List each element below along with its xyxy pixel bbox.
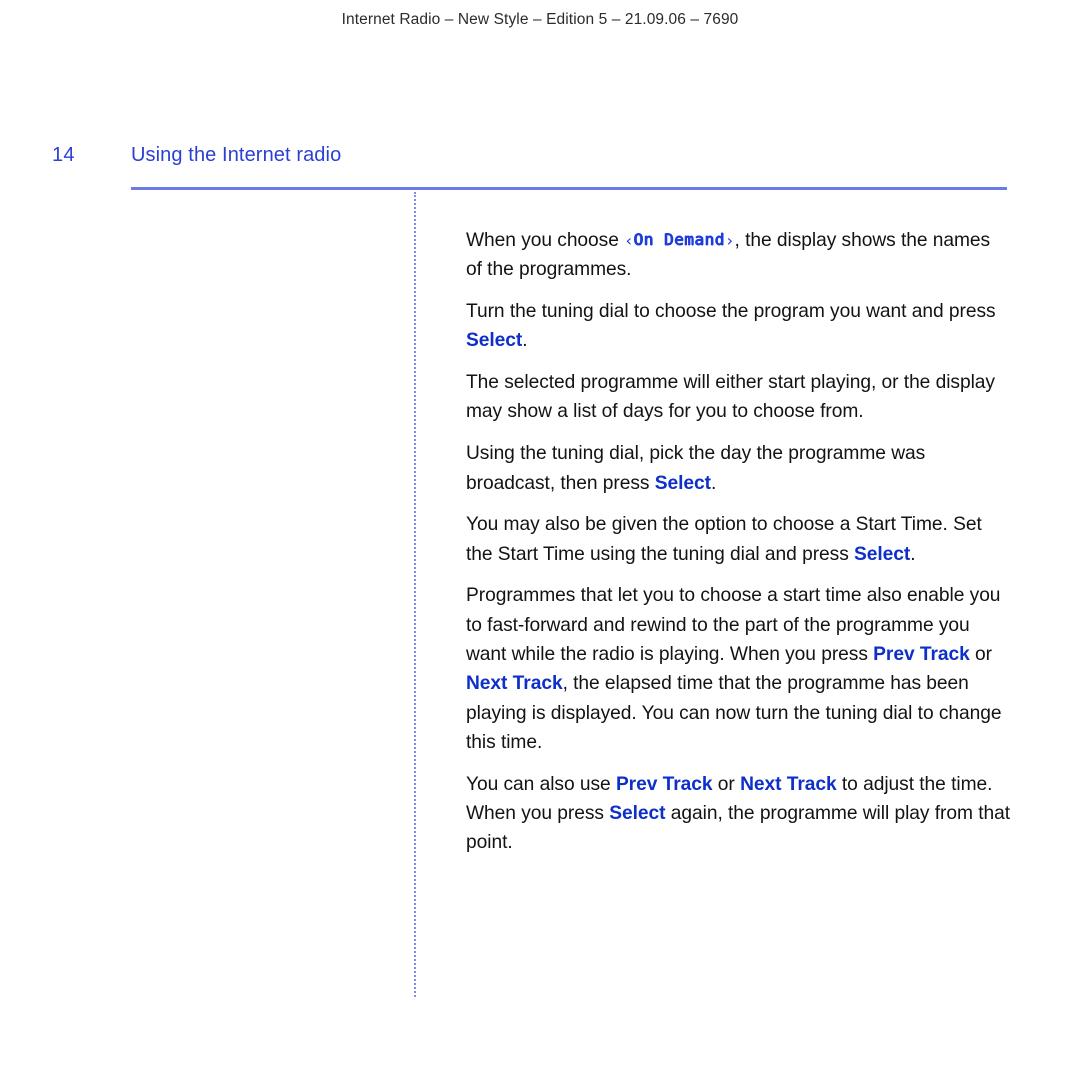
p6-text-2: or bbox=[969, 644, 992, 666]
paragraph-pick-day: Using the tuning dial, pick the day the … bbox=[466, 439, 1011, 498]
p2-text-before: Turn the tuning dial to choose the progr… bbox=[466, 301, 996, 323]
chapter-title: Using the Internet radio bbox=[131, 144, 342, 166]
horizontal-rule bbox=[131, 187, 1007, 190]
button-label-next-track: Next Track bbox=[466, 673, 563, 695]
paragraph-tuning-dial: Turn the tuning dial to choose the progr… bbox=[466, 297, 1011, 356]
lcd-open-bracket: ‹ bbox=[624, 231, 634, 250]
p5-text-after: . bbox=[910, 543, 916, 565]
button-label-select: Select bbox=[609, 803, 666, 825]
button-label-select: Select bbox=[654, 472, 711, 494]
button-label-prev-track: Prev Track bbox=[873, 644, 970, 666]
button-label-select: Select bbox=[466, 330, 523, 352]
button-label-select: Select bbox=[854, 543, 911, 565]
p2-text-after: . bbox=[522, 330, 528, 352]
p3-text: The selected programme will either start… bbox=[466, 372, 995, 423]
chapter-head: 14 Using the Internet radio bbox=[52, 144, 1012, 174]
paragraph-selected-programme: The selected programme will either start… bbox=[466, 368, 1011, 427]
p1-text-before: When you choose bbox=[466, 230, 625, 251]
button-label-prev-track: Prev Track bbox=[615, 773, 713, 795]
lcd-display-value: On Demand bbox=[633, 230, 725, 249]
paragraph-fast-forward-rewind: Programmes that let you to choose a star… bbox=[466, 581, 1011, 757]
lcd-close-bracket: › bbox=[724, 231, 735, 250]
running-header: Internet Radio – New Style – Edition 5 –… bbox=[341, 11, 739, 28]
paragraph-adjust-time: You can also use Prev Track or Next Trac… bbox=[466, 770, 1011, 858]
body-text-column: When you choose ‹On Demand›, the display… bbox=[466, 226, 1011, 858]
page-number: 14 bbox=[52, 144, 75, 166]
p7-text-2: or bbox=[712, 773, 741, 795]
paragraph-start-time: You may also be given the option to choo… bbox=[466, 510, 1011, 569]
paragraph-on-demand: When you choose ‹On Demand›, the display… bbox=[466, 226, 1011, 285]
p7-text-1: You can also use bbox=[466, 773, 616, 795]
button-label-next-track: Next Track bbox=[740, 773, 837, 795]
vertical-dotted-rule bbox=[414, 192, 416, 997]
p4-text-after: . bbox=[711, 472, 717, 494]
